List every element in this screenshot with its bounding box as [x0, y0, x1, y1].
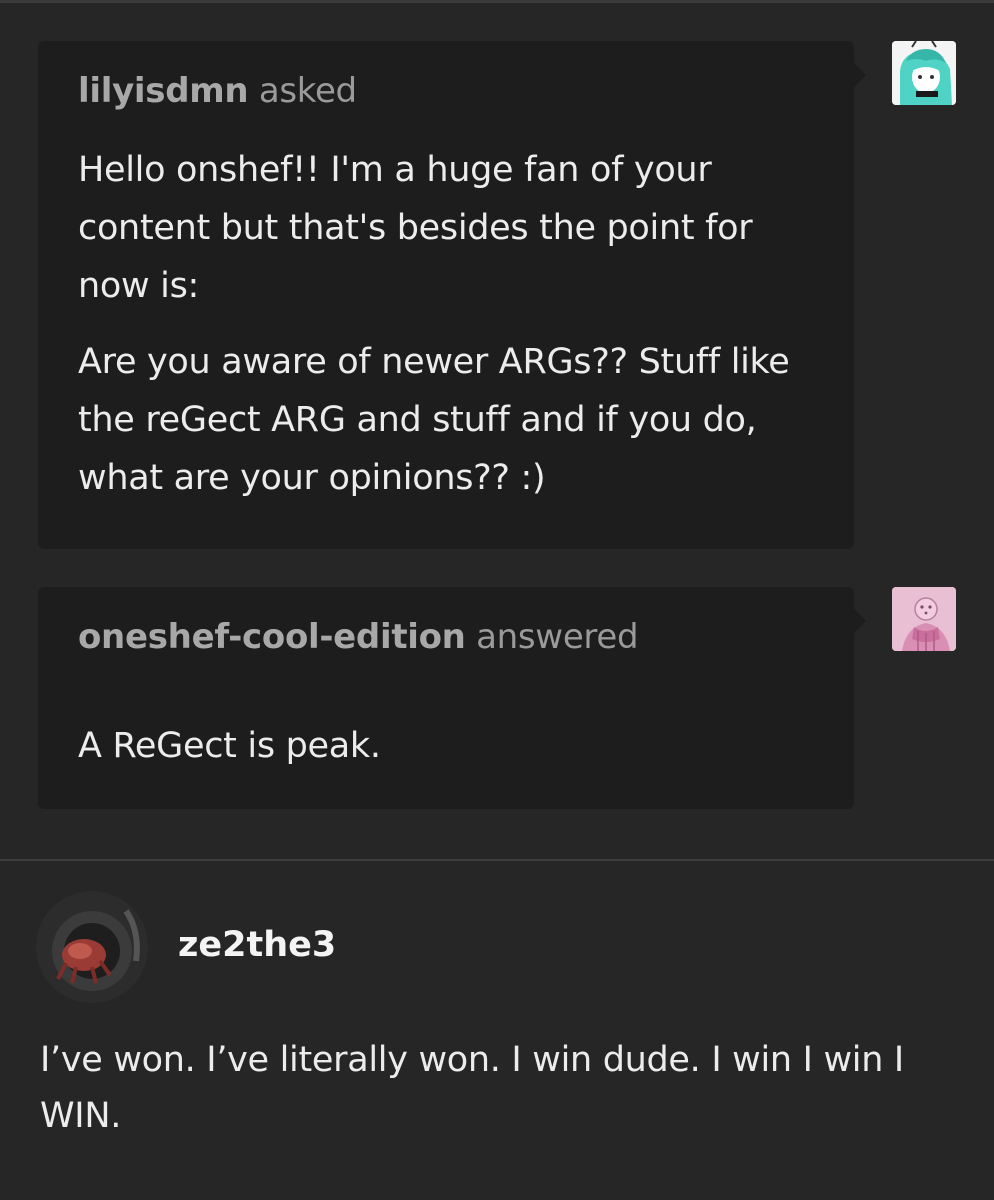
answer-action-label: answered — [476, 617, 639, 657]
answer-bubble: oneshef-cool-edition answered A ReGect i… — [38, 587, 866, 809]
answer-header: oneshef-cool-edition answered — [78, 617, 814, 657]
ask-paragraph: Hello onshef!! I'm a huge fan of your co… — [78, 150, 753, 306]
pink-character-avatar-icon[interactable] — [892, 587, 956, 651]
ask-body: Hello onshef!! I'm a huge fan of your co… — [78, 141, 814, 507]
teal-haired-character-avatar-icon[interactable] — [892, 41, 956, 105]
answer-body: A ReGect is peak. — [78, 717, 814, 775]
answer-text: A ReGect is peak. — [78, 726, 381, 766]
ask-header: lilyisdmn asked — [78, 71, 814, 111]
ask-action-label: asked — [258, 71, 357, 111]
ask-bubble-tail — [854, 63, 866, 87]
answerer-username[interactable]: oneshef-cool-edition — [78, 617, 466, 657]
ask-bubble: lilyisdmn asked Hello onshef!! I'm a hug… — [38, 41, 866, 549]
red-creature-avatar-icon[interactable] — [36, 891, 148, 1003]
top-border — [0, 0, 994, 3]
reblogger-username[interactable]: ze2the3 — [178, 925, 336, 965]
post-divider — [0, 859, 994, 861]
answer-bubble-tail — [854, 609, 866, 633]
reblog-text: I’ve won. I’ve literally won. I win dude… — [40, 1040, 904, 1136]
asker-username[interactable]: lilyisdmn — [78, 71, 249, 111]
ask-paragraph: Are you aware of newer ARGs?? Stuff like… — [78, 342, 790, 498]
